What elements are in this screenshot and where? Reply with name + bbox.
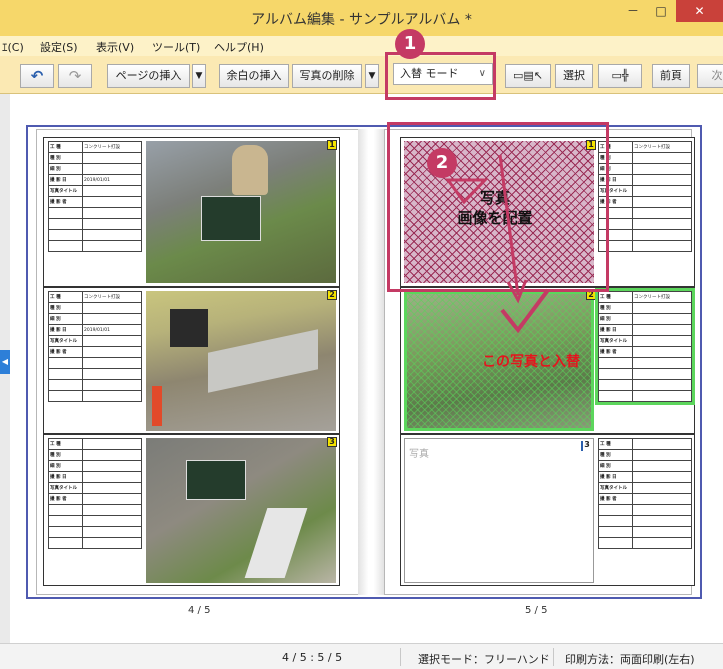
photo-worker xyxy=(232,145,268,195)
menu-tools[interactable]: ツール(T) xyxy=(152,39,200,55)
insert-page-dropdown[interactable]: ▼ xyxy=(192,64,206,88)
mode-highlight-box xyxy=(385,52,496,100)
photo-wall xyxy=(208,329,318,393)
photo-blackboard xyxy=(201,196,261,241)
empty-photo-label: 写真 xyxy=(409,449,429,460)
status-divider xyxy=(400,648,401,666)
redo-icon: ↷ xyxy=(68,67,82,85)
next-page-button[interactable]: 次 xyxy=(697,64,723,88)
swap-caption: この写真と入替 xyxy=(482,354,580,370)
photo-info-table: 工 種コンクリート打設 種 別 細 別 撮 影 日 写真タイトル 撮 影 者 xyxy=(598,141,692,252)
photo-slot[interactable]: 写真 3 工 種 種 別 細 別 撮 影 日 写真タイトル 撮 影 者 xyxy=(400,434,695,586)
photo-number-badge: 3 xyxy=(581,441,591,451)
status-divider xyxy=(553,648,554,666)
photo-number-badge: 1 xyxy=(327,140,337,150)
select-button[interactable]: 選択 xyxy=(555,64,593,88)
close-button[interactable]: ✕ xyxy=(676,0,723,22)
minimize-button[interactable]: － xyxy=(620,0,646,22)
redo-button[interactable]: ↷ xyxy=(58,64,92,88)
position-icon: ▭╬ xyxy=(611,69,629,82)
menu-view[interactable]: 表示(V) xyxy=(96,39,134,55)
left-page-number: 4 / 5 xyxy=(188,605,211,616)
photo-slot[interactable]: 工 種コンクリート打設 種 別 細 別 撮 影 日 2019/01/01 写真タイ… xyxy=(43,287,340,434)
title-bar: アルバム編集 - サンプルアルバム * － □ ✕ xyxy=(0,0,723,36)
undo-icon: ↶ xyxy=(30,67,44,85)
status-bar: 4 / 5 : 5 / 5 選択モード：フリーハンド 印刷方法：両面印刷(左右) xyxy=(0,643,723,669)
menu-help[interactable]: ヘルプ(H) xyxy=(214,39,264,55)
side-panel-toggle[interactable]: ◀ xyxy=(0,350,10,374)
insert-page-button[interactable]: ページの挿入 xyxy=(107,64,190,88)
site-photo xyxy=(146,438,336,583)
position-button[interactable]: ▭╬ xyxy=(598,64,642,88)
photo-info-table: 工 種コンクリート打設 種 別 細 別 撮 影 日 2019/01/01 写真タイ… xyxy=(48,141,142,252)
photo-info-table: 工 種 種 別 細 別 撮 影 日 写真タイトル 撮 影 者 xyxy=(48,438,142,549)
menu-bar: ｴ(C) 設定(S) 表示(V) ツール(T) ヘルプ(H) xyxy=(0,36,723,56)
window-title: アルバム編集 - サンプルアルバム * xyxy=(251,12,472,28)
prev-page-button[interactable]: 前頁 xyxy=(652,64,690,88)
insert-blank-button[interactable]: 余白の挿入 xyxy=(219,64,289,88)
site-photo xyxy=(146,141,336,283)
status-pages: 4 / 5 : 5 / 5 xyxy=(282,651,343,664)
photo-number-badge: 3 xyxy=(327,437,337,447)
book-spine xyxy=(358,129,384,595)
photo-info-table: 工 種コンクリート打設 種 別 細 別 撮 影 日 2019/01/01 写真タイ… xyxy=(48,291,142,402)
drag-arrow-icon xyxy=(445,154,550,334)
layout-button[interactable]: ▭▤↖ xyxy=(505,64,551,88)
menu-settings[interactable]: 設定(S) xyxy=(40,39,78,55)
photo-info-table: 工 種コンクリート打設 種 別 細 別 撮 影 日 写真タイトル 撮 影 者 xyxy=(595,288,695,405)
checkmark-icon xyxy=(445,178,489,205)
photo-blackboard xyxy=(186,460,246,500)
status-select-mode: 選択モード：フリーハンド xyxy=(418,653,550,666)
checkmark-icon xyxy=(500,288,550,334)
photo-number-badge: 2 xyxy=(327,290,337,300)
photo-blackboard xyxy=(170,309,208,347)
menu-edit[interactable]: ｴ(C) xyxy=(2,39,24,55)
photo-slot[interactable]: 工 種コンクリート打設 種 別 細 別 撮 影 日 2019/01/01 写真タイ… xyxy=(43,137,340,287)
delete-photo-dropdown[interactable]: ▼ xyxy=(365,64,379,88)
step-badge-1: 1 xyxy=(395,29,425,59)
empty-photo-placeholder[interactable]: 写真 3 xyxy=(404,438,594,583)
layout-icon: ▭▤↖ xyxy=(512,69,543,82)
delete-photo-button[interactable]: 写真の削除 xyxy=(292,64,362,88)
status-print-mode: 印刷方法：両面印刷(左右) xyxy=(565,653,695,666)
undo-button[interactable]: ↶ xyxy=(20,64,54,88)
right-page-number: 5 / 5 xyxy=(525,605,548,616)
photo-info-table: 工 種 種 別 細 別 撮 影 日 写真タイトル 撮 影 者 xyxy=(598,438,692,549)
photo-cone xyxy=(152,386,162,426)
photo-curb xyxy=(244,508,308,578)
photo-slot[interactable]: 工 種 種 別 細 別 撮 影 日 写真タイトル 撮 影 者 3 xyxy=(43,434,340,586)
arrow-line xyxy=(498,154,520,296)
toolbar: ↶ ↷ ページの挿入 ▼ 余白の挿入 写真の削除 ▼ ▭▤↖ 選択 ▭╬ 前頁 … xyxy=(0,56,723,94)
site-photo xyxy=(146,291,336,431)
maximize-button[interactable]: □ xyxy=(648,0,674,22)
